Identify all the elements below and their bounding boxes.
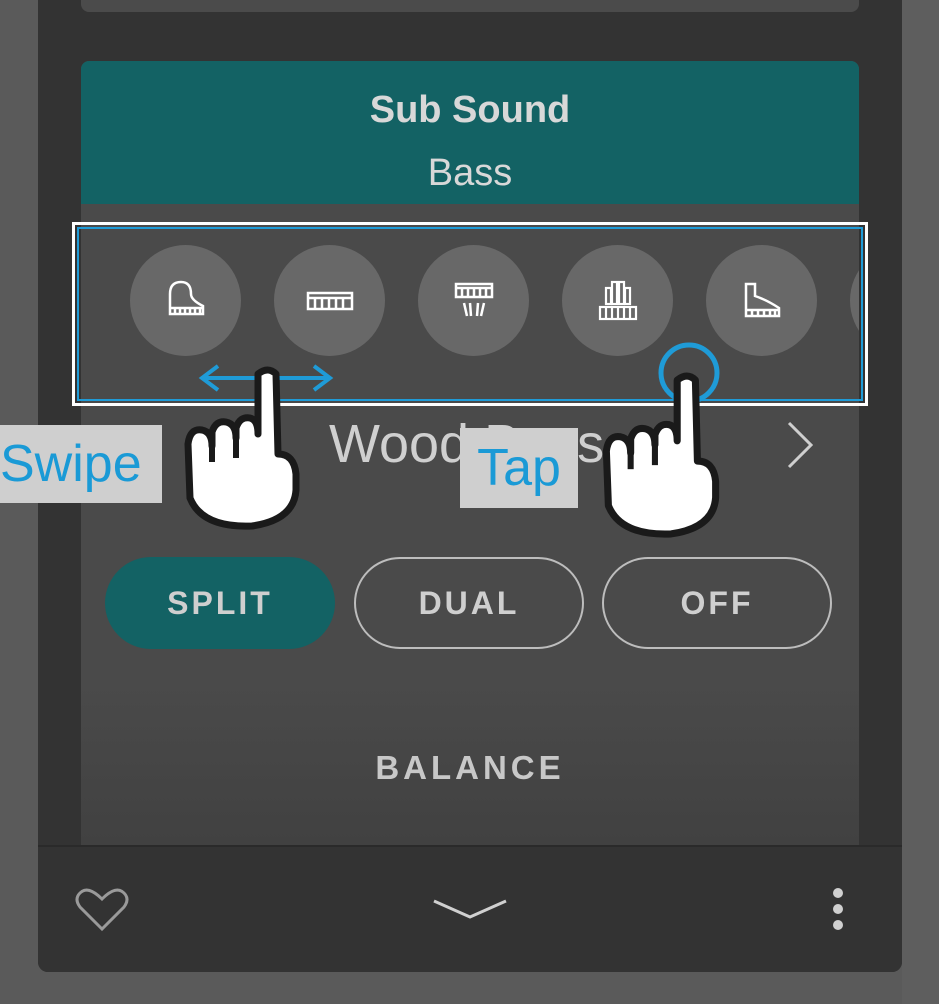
swipe-callout: Swipe xyxy=(0,425,162,503)
card-header: Sub Sound Bass xyxy=(81,61,859,204)
previous-card xyxy=(81,0,859,12)
more-vertical-icon[interactable] xyxy=(828,885,848,935)
background xyxy=(902,0,939,1004)
tap-hand-icon xyxy=(602,372,720,538)
swipe-hand-icon xyxy=(184,366,300,530)
chevron-right-icon[interactable] xyxy=(781,415,821,475)
chevron-down-icon[interactable] xyxy=(430,895,510,925)
tap-callout: Tap xyxy=(460,428,578,508)
dual-button[interactable]: DUAL xyxy=(354,557,584,649)
bottom-bar xyxy=(38,845,902,972)
swipe-label: Swipe xyxy=(0,435,142,493)
heart-icon[interactable] xyxy=(72,885,132,935)
balance-label: BALANCE xyxy=(375,749,565,786)
split-button[interactable]: SPLIT xyxy=(105,557,335,649)
tap-label: Tap xyxy=(477,439,561,497)
off-button[interactable]: OFF xyxy=(602,557,832,649)
card-title: Sub Sound xyxy=(369,89,571,131)
card-subtitle: Bass xyxy=(427,152,513,194)
